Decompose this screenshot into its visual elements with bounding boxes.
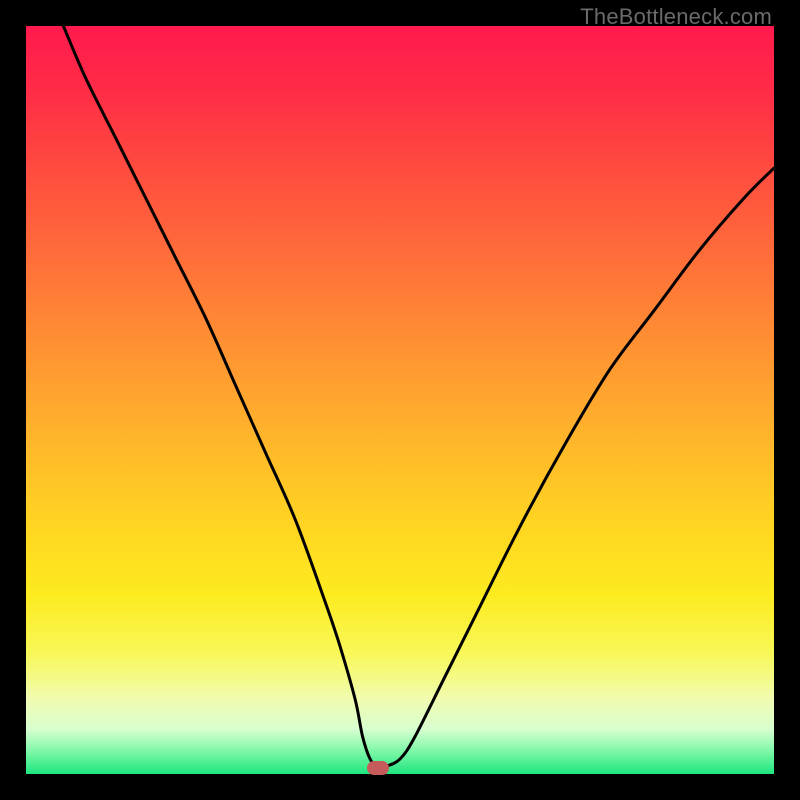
curve-layer (26, 26, 774, 774)
watermark-text: TheBottleneck.com (580, 4, 772, 30)
outer-frame: TheBottleneck.com (0, 0, 800, 800)
minimum-marker (367, 761, 389, 775)
bottleneck-curve (63, 26, 774, 767)
